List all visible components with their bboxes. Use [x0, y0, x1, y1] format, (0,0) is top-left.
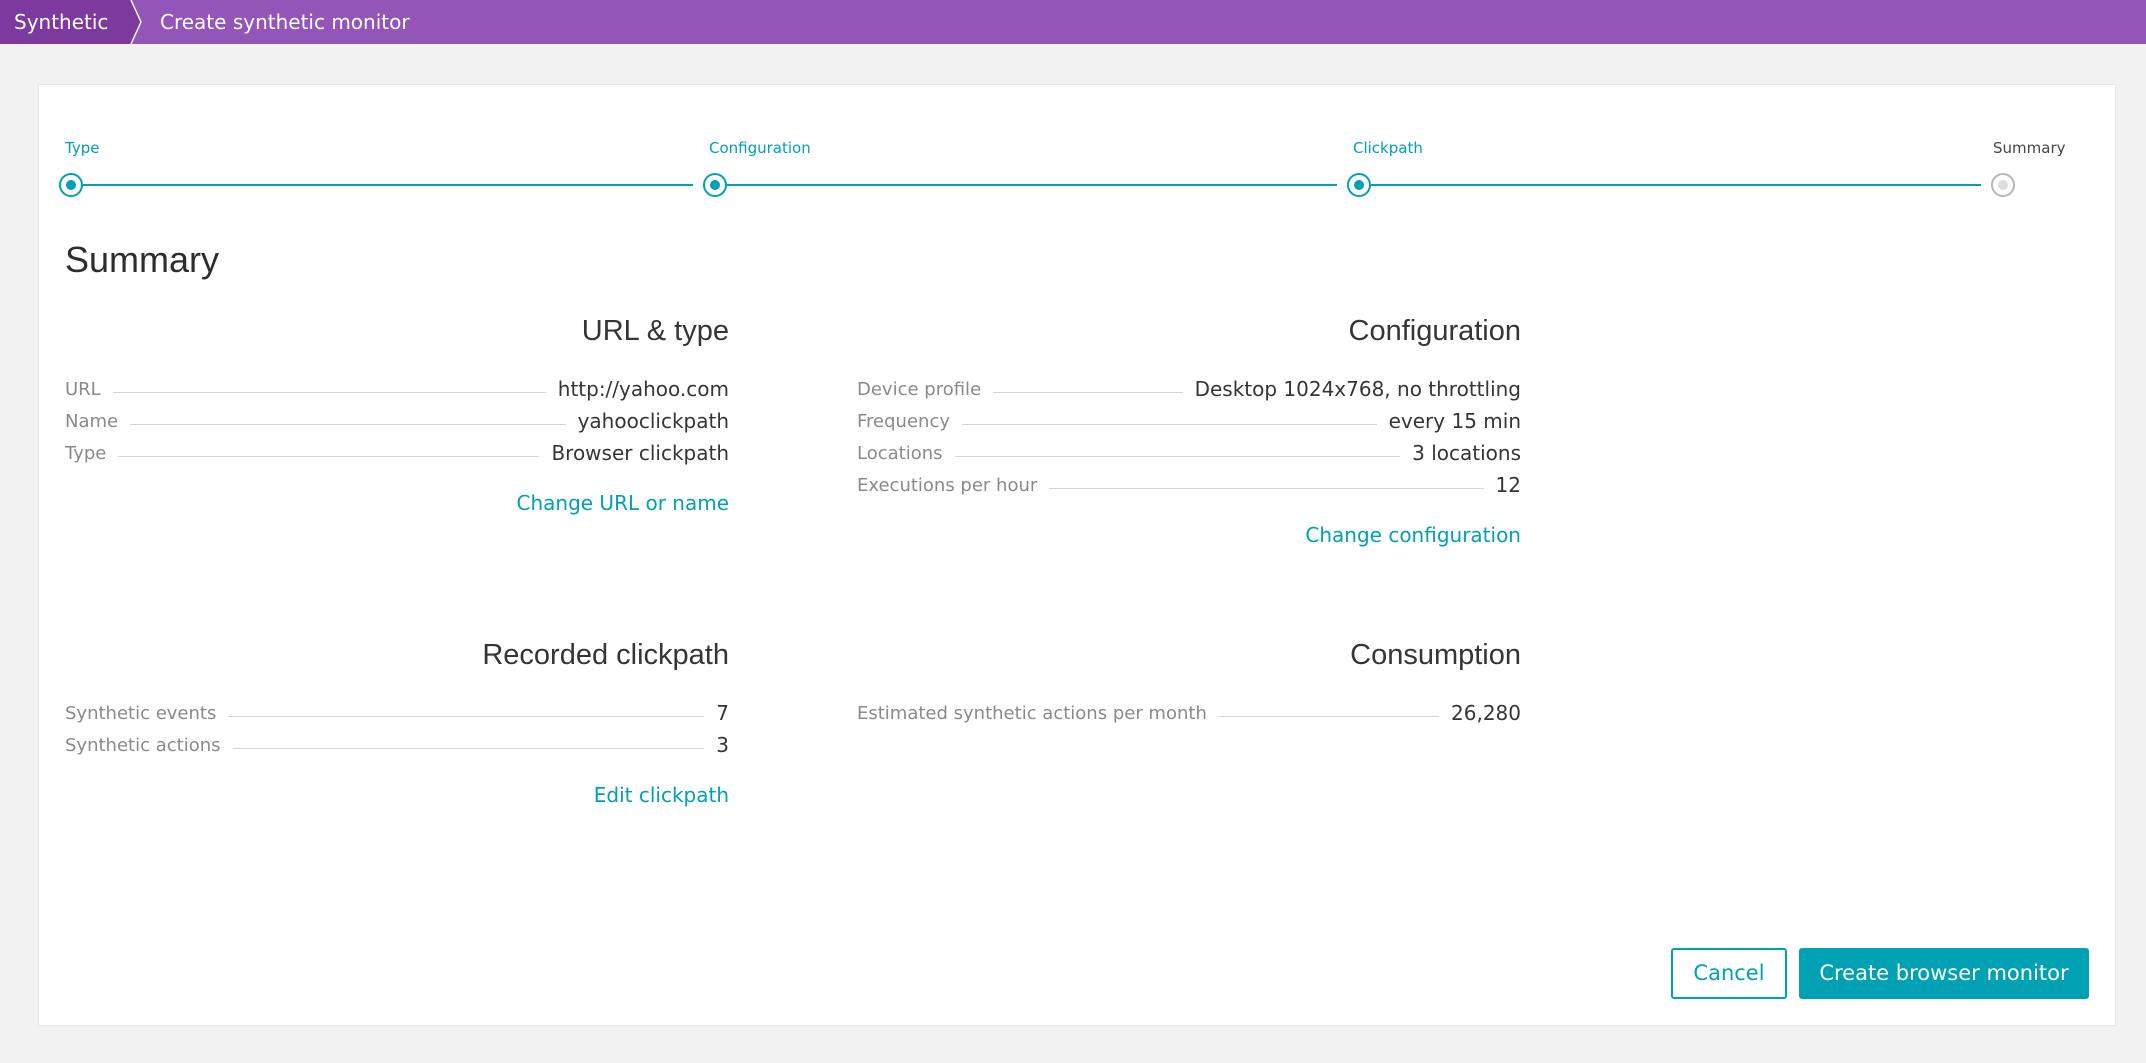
change-url-link[interactable]: Change URL or name	[65, 491, 730, 515]
summary-row-type: Type Browser clickpath	[65, 437, 729, 469]
summary-row-synthetic-actions: Synthetic actions 3	[65, 729, 729, 761]
row-leader	[112, 391, 546, 393]
row-leader	[130, 423, 566, 425]
step-configuration-dot[interactable]	[703, 173, 727, 197]
row-label: Estimated synthetic actions per month	[857, 702, 1207, 724]
row-label: Name	[65, 410, 119, 432]
step-clickpath-label[interactable]: Clickpath	[1353, 139, 1423, 157]
configuration-title: Configuration	[1348, 315, 1522, 347]
row-value: http://yahoo.com	[557, 377, 729, 401]
summary-row-estimated-actions: Estimated synthetic actions per month 26…	[857, 697, 1521, 729]
row-value: 7	[716, 701, 729, 725]
row-value: 12	[1495, 473, 1521, 497]
clickpath-title: Recorded clickpath	[482, 639, 729, 671]
row-label: Synthetic actions	[65, 734, 221, 756]
row-label: Device profile	[857, 378, 982, 400]
row-label: Executions per hour	[857, 474, 1038, 496]
step-clickpath-dot[interactable]	[1347, 173, 1371, 197]
row-value: 26,280	[1451, 701, 1521, 725]
row-label: Locations	[857, 442, 943, 464]
create-browser-monitor-button[interactable]: Create browser monitor	[1799, 948, 2089, 999]
row-leader	[1049, 487, 1484, 489]
row-value: 3 locations	[1412, 441, 1521, 465]
step-summary-dot	[1991, 173, 2015, 197]
row-label: URL	[65, 378, 101, 400]
summary-row-frequency: Frequency every 15 min	[857, 405, 1521, 437]
row-value: every 15 min	[1388, 409, 1521, 433]
clickpath-section: Recorded clickpath Synthetic events 7 Sy…	[65, 639, 729, 807]
row-leader	[1218, 715, 1440, 717]
step-type-label[interactable]: Type	[65, 139, 99, 157]
step-configuration-label[interactable]: Configuration	[709, 139, 811, 157]
change-configuration-link[interactable]: Change configuration	[857, 523, 1521, 547]
row-label: Frequency	[857, 410, 950, 432]
breadcrumb-current: Create synthetic monitor	[160, 10, 410, 34]
row-leader	[962, 423, 1377, 425]
consumption-section: Consumption Estimated synthetic actions …	[857, 639, 1521, 729]
step-type-dot[interactable]	[59, 173, 83, 197]
summary-row-url: URL http://yahoo.com	[65, 373, 729, 405]
summary-row-name: Name yahooclickpath	[65, 405, 729, 437]
breadcrumb-chevron-icon	[118, 0, 142, 44]
summary-row-synthetic-events: Synthetic events 7	[65, 697, 729, 729]
summary-row-device-profile: Device profile Desktop 1024x768, no thro…	[857, 373, 1521, 405]
row-value: Desktop 1024x768, no throttling	[1194, 377, 1521, 401]
step-connector	[727, 184, 1337, 186]
step-connector	[83, 184, 693, 186]
breadcrumb-synthetic[interactable]: Synthetic	[0, 0, 132, 44]
summary-row-locations: Locations 3 locations	[857, 437, 1521, 469]
row-leader	[118, 455, 540, 457]
step-summary-label: Summary	[1993, 139, 2066, 157]
row-label: Synthetic events	[65, 702, 217, 724]
url-type-title: URL & type	[581, 315, 729, 347]
row-leader	[228, 715, 705, 717]
row-value: 3	[716, 733, 729, 757]
cancel-button[interactable]: Cancel	[1671, 948, 1787, 999]
page-title: Summary	[65, 239, 220, 280]
row-value: yahooclickpath	[577, 409, 729, 433]
wizard-card: Type Configuration Clickpath Summary Sum…	[38, 84, 2116, 1026]
row-leader	[954, 455, 1401, 457]
consumption-title: Consumption	[1350, 639, 1521, 671]
row-leader	[993, 391, 1183, 393]
summary-row-executions: Executions per hour 12	[857, 469, 1521, 501]
row-value: Browser clickpath	[551, 441, 729, 465]
step-connector	[1371, 184, 1981, 186]
row-leader	[232, 747, 705, 749]
url-type-section: URL & type URL http://yahoo.com Name yah…	[65, 315, 729, 515]
wizard-stepper: Type Configuration Clickpath Summary	[39, 85, 2115, 205]
configuration-section: Configuration Device profile Desktop 102…	[857, 315, 1521, 547]
row-label: Type	[65, 442, 107, 464]
edit-clickpath-link[interactable]: Edit clickpath	[65, 783, 729, 807]
top-bar: Synthetic Create synthetic monitor	[0, 0, 2146, 44]
